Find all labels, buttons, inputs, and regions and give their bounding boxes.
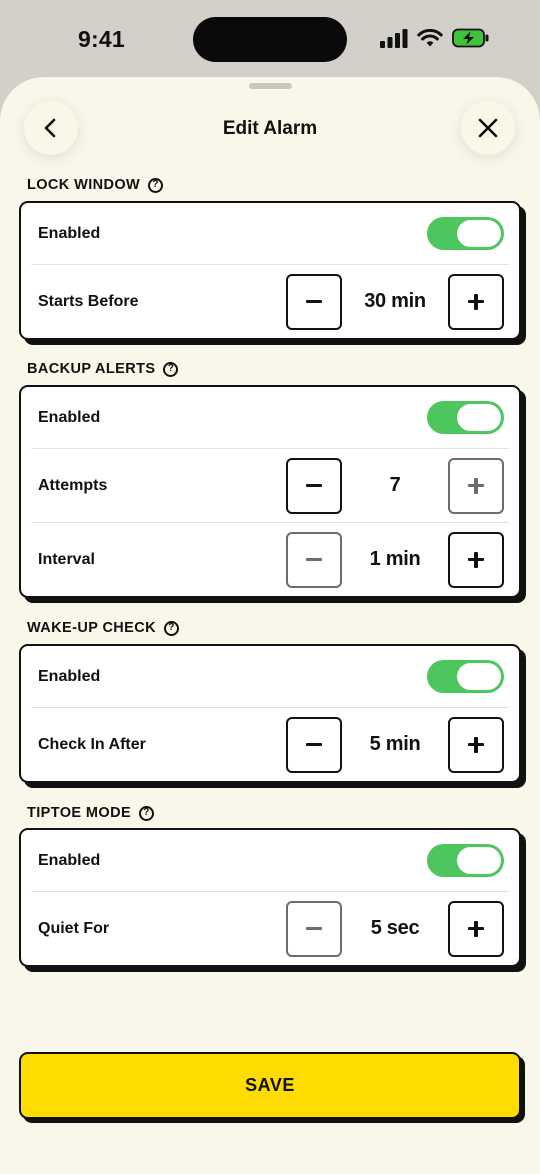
enabled-label: Enabled <box>38 667 101 685</box>
starts-before-stepper: 30 min <box>286 273 504 330</box>
stepper-row: Attempts 7 <box>31 448 509 522</box>
starts-before-label: Starts Before <box>38 292 139 310</box>
attempts-label: Attempts <box>38 476 108 494</box>
decrement-button[interactable] <box>286 273 342 330</box>
stepper-row: Starts Before 30 min <box>31 264 509 338</box>
toggle-knob <box>457 847 501 874</box>
section-label-backup-alerts: BACKUP ALERTS ? <box>27 361 179 377</box>
decrement-button[interactable] <box>286 457 342 514</box>
minus-icon <box>306 926 322 931</box>
stepper-value: 30 min <box>364 290 426 312</box>
decrement-button[interactable] <box>286 716 342 773</box>
plus-icon-vertical <box>474 551 478 568</box>
page-title: Edit Alarm <box>222 118 318 139</box>
enabled-toggle[interactable] <box>427 844 504 877</box>
enabled-row: Enabled <box>31 830 509 891</box>
increment-button[interactable] <box>448 457 504 514</box>
dynamic-island <box>193 17 347 62</box>
stepper-value: 1 min <box>369 548 421 570</box>
plus-icon-vertical <box>474 920 478 937</box>
plus-icon-vertical <box>474 477 478 494</box>
tiptoe-mode-card: Enabled Quiet For 5 sec <box>19 828 521 967</box>
section-title: BACKUP ALERTS <box>27 361 156 377</box>
quiet-for-label: Quiet For <box>38 919 110 937</box>
minus-icon <box>306 557 322 562</box>
enabled-row: Enabled <box>31 203 509 264</box>
sheet-grabber[interactable] <box>249 83 292 89</box>
toggle-knob <box>457 404 501 431</box>
section-title: WAKE-UP CHECK <box>27 620 156 636</box>
enabled-toggle[interactable] <box>427 217 504 250</box>
help-icon[interactable]: ? <box>164 620 179 636</box>
status-icons <box>380 28 490 48</box>
enabled-toggle[interactable] <box>427 660 504 693</box>
interval-stepper: 1 min <box>286 531 504 588</box>
status-time: 9:41 <box>78 26 125 52</box>
stepper-value: 5 sec <box>370 917 420 939</box>
section-title: LOCK WINDOW <box>27 177 141 193</box>
quiet-for-stepper: 5 sec <box>286 900 504 957</box>
section-label-tiptoe-mode: TIPTOE MODE ? <box>27 805 155 821</box>
help-icon[interactable]: ? <box>163 361 179 377</box>
enabled-row: Enabled <box>31 387 509 448</box>
minus-icon <box>306 742 322 747</box>
enabled-row: Enabled <box>31 646 509 707</box>
signal-icon <box>380 28 408 48</box>
wake-up-check-card: Enabled Check In After 5 min <box>19 644 521 783</box>
interval-label: Interval <box>38 550 95 568</box>
increment-button[interactable] <box>448 900 504 957</box>
stepper-row: Interval 1 min <box>31 522 509 596</box>
status-bar: 9:41 <box>0 0 540 78</box>
plus-icon-vertical <box>474 293 478 310</box>
close-icon <box>478 118 498 138</box>
stepper-row: Quiet For 5 sec <box>31 891 509 965</box>
save-button[interactable]: SAVE <box>19 1052 521 1119</box>
wifi-icon <box>417 28 443 46</box>
attempts-stepper: 7 <box>286 457 504 514</box>
edit-alarm-sheet: Edit Alarm LOCK WINDOW ? Enabled Starts … <box>0 77 540 1174</box>
stepper-row: Check In After 5 min <box>31 707 509 781</box>
enabled-toggle[interactable] <box>427 401 504 434</box>
lock-window-card: Enabled Starts Before 30 min <box>19 201 521 340</box>
minus-icon <box>306 483 322 488</box>
enabled-label: Enabled <box>38 851 101 869</box>
minus-icon <box>306 299 322 304</box>
check-in-after-label: Check In After <box>38 735 146 753</box>
section-label-lock-window: LOCK WINDOW ? <box>27 177 164 193</box>
toggle-knob <box>457 220 501 247</box>
backup-alerts-card: Enabled Attempts 7 Interval 1 min <box>19 385 521 598</box>
stepper-value: 5 min <box>369 733 421 755</box>
battery-charging-icon <box>452 28 489 48</box>
decrement-button[interactable] <box>286 531 342 588</box>
increment-button[interactable] <box>448 716 504 773</box>
toggle-knob <box>457 663 501 690</box>
help-icon[interactable]: ? <box>148 177 164 193</box>
check-in-after-stepper: 5 min <box>286 716 504 773</box>
enabled-label: Enabled <box>38 408 101 426</box>
section-label-wake-up-check: WAKE-UP CHECK ? <box>27 620 179 636</box>
close-button[interactable] <box>461 101 515 155</box>
increment-button[interactable] <box>448 531 504 588</box>
plus-icon-vertical <box>474 736 478 753</box>
section-title: TIPTOE MODE <box>27 805 132 821</box>
stepper-value: 7 <box>389 474 401 496</box>
increment-button[interactable] <box>448 273 504 330</box>
enabled-label: Enabled <box>38 224 101 242</box>
decrement-button[interactable] <box>286 900 342 957</box>
help-icon[interactable]: ? <box>139 805 155 821</box>
